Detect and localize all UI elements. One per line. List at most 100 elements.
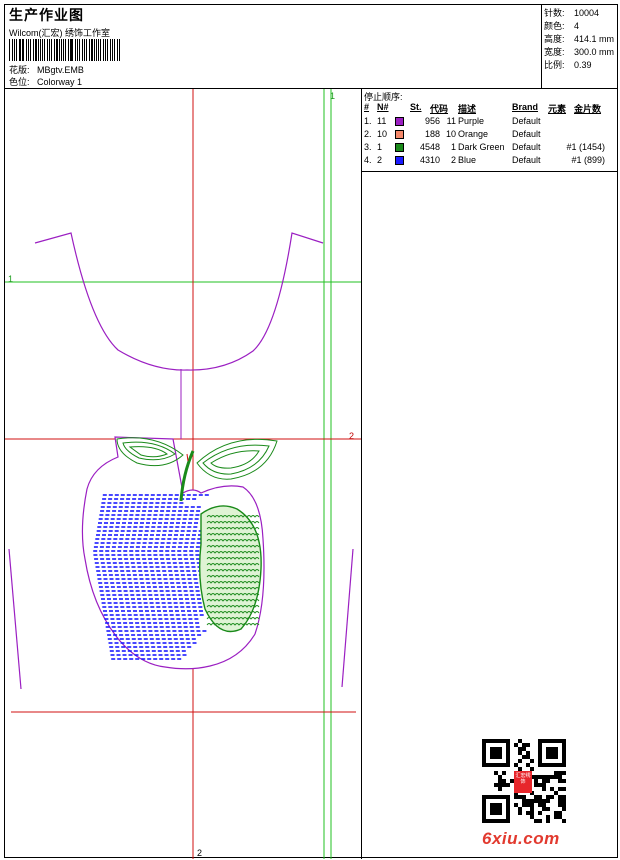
page-title: 生产作业图 (9, 7, 84, 23)
qr-module (534, 775, 538, 779)
barcode-bar (29, 39, 32, 61)
barcode-bar (88, 39, 90, 61)
qr-module (538, 819, 542, 823)
barcode-bar (47, 39, 48, 61)
cell-code: 11 (446, 116, 456, 126)
cell-seq: #1 (1454) (566, 142, 605, 152)
qr-module (526, 803, 530, 807)
qr-module (542, 799, 546, 803)
barcode-bar (61, 39, 63, 61)
cell-idx: 3. (364, 142, 372, 152)
guide-label-red-bottom: 2 (197, 848, 203, 858)
barcode-bar (18, 39, 21, 61)
qr-module (562, 779, 566, 783)
barcode-bar (105, 39, 106, 61)
qr-module (518, 739, 522, 743)
qr-module (542, 779, 546, 783)
barcode-bar (33, 39, 34, 61)
spec-row-colors: 颜色: 4 (544, 21, 580, 31)
barcode-bar (37, 39, 39, 61)
panel-divider (362, 171, 617, 172)
colorway-row: 色位: Colorway 1 (9, 75, 82, 88)
qr-module (554, 815, 558, 819)
barcode-bar (15, 39, 17, 61)
stop-sequence-header: # N# St. 代码 描述 Brand 元素 金片数 (364, 102, 602, 114)
barcode-bar (42, 39, 44, 61)
qr-module (526, 751, 530, 755)
barcode-bar (13, 39, 15, 61)
barcode-bar (58, 39, 60, 61)
qr-module (542, 803, 546, 807)
spec-row-stitches: 针数: 10004 (544, 8, 600, 18)
design-preview[interactable]: 1 1 2 2 (5, 89, 362, 859)
qr-module (550, 795, 554, 799)
qr-module (506, 783, 510, 787)
design-value: MBgtv.EMB (37, 65, 84, 75)
barcode-bar (69, 39, 71, 61)
qr-module (558, 775, 562, 779)
cell-no: 2 (377, 155, 383, 165)
qr-module (518, 759, 522, 763)
qr-module (498, 783, 502, 787)
barcode-bar (44, 39, 46, 61)
qr-module (494, 783, 498, 787)
qr-module (546, 775, 550, 779)
cell-code: 1 (450, 142, 456, 152)
qr-module (518, 747, 522, 751)
spec-row-width: 宽度: 300.0 mm (544, 47, 615, 57)
qr-module (538, 783, 542, 787)
cell-code: 2 (450, 155, 456, 165)
cell-idx: 2. (364, 129, 372, 139)
qr-module (530, 803, 534, 807)
qr-module (546, 815, 550, 819)
qr-module (534, 795, 538, 799)
cell-desc: Blue (458, 155, 477, 165)
qr-module (562, 799, 566, 803)
qr-module (526, 799, 530, 803)
qr-module (518, 811, 522, 815)
qr-module (538, 811, 542, 815)
stop-sequence-row[interactable]: 3. 1 4548 1 Dark Green Default #1 (1454) (362, 141, 617, 154)
barcode-bar (40, 39, 42, 61)
qr-module (546, 807, 550, 811)
barcode-bar (77, 39, 79, 61)
barcode-bar (100, 39, 102, 61)
barcode-bar (21, 39, 23, 61)
cell-code: 10 (445, 129, 456, 139)
qr-module (522, 799, 526, 803)
color-swatch (395, 130, 404, 139)
stop-sequence-row[interactable]: 4. 2 4310 2 Blue Default #1 (899) (362, 154, 617, 167)
qr-module (562, 771, 566, 775)
qr-module (562, 787, 566, 791)
barcode-bar (65, 39, 66, 61)
qr-module (494, 771, 498, 775)
barcode-bar (111, 39, 114, 61)
qr-module (550, 775, 554, 779)
barcode-bar (50, 39, 53, 61)
barcode-bar (27, 39, 29, 61)
qr-module (498, 787, 502, 791)
barcode-bar (82, 39, 84, 61)
qr-module (558, 771, 562, 775)
qr-module (558, 803, 562, 807)
worksheet-header: 生产作业图 Wilcom(汇宏) 绣饰工作室 花版: MBgtv.EMB 色位: C… (5, 5, 617, 89)
qr-module (546, 799, 550, 803)
qr-module (530, 799, 534, 803)
qr-module (502, 779, 506, 783)
qr-module (538, 795, 542, 799)
qr-module (526, 755, 530, 759)
barcode-bar (97, 39, 100, 61)
stop-sequence-row[interactable]: 1. 11 956 11 Purple Default (362, 115, 617, 128)
neckline-outline (34, 232, 324, 371)
qr-module (558, 779, 562, 783)
barcode-bar (106, 39, 108, 61)
cell-brand: Default (512, 155, 541, 165)
spec-row-scale: 比例: 0.39 (544, 60, 592, 70)
qr-module (558, 799, 562, 803)
colorway-value: Colorway 1 (37, 77, 83, 87)
qr-module (562, 795, 566, 799)
barcode-bar (34, 39, 37, 61)
stop-sequence-row[interactable]: 2. 10 188 10 Orange Default (362, 128, 617, 141)
qr-module (526, 811, 530, 815)
guide-label-green-left: 1 (8, 274, 14, 284)
